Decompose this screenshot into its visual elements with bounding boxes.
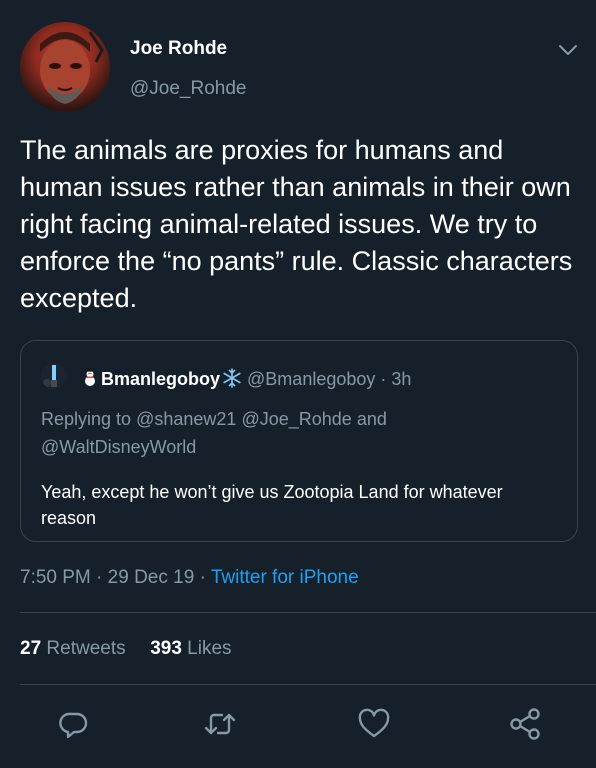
quoted-tweet-header: Bmanlegoboy @Bmanlegoboy · 3h — [79, 367, 411, 390]
avatar[interactable] — [20, 22, 110, 112]
tweet-source-link[interactable]: Twitter for iPhone — [211, 567, 359, 588]
divider — [20, 612, 596, 613]
retweets-stat[interactable]: 27 Retweets — [20, 638, 131, 659]
reply-mention-shanew21[interactable]: @shanew21 — [136, 409, 236, 429]
divider — [20, 684, 596, 685]
likes-label: Likes — [187, 638, 232, 659]
quoted-avatar[interactable] — [41, 363, 67, 389]
quoted-tweet-text: Yeah, except he won’t give us Zootopia L… — [41, 482, 503, 528]
tweet-time[interactable]: 7:50 PM — [20, 567, 91, 588]
separator-dot: · — [380, 369, 387, 389]
quoted-handle[interactable]: @Bmanlegoboy — [247, 369, 375, 389]
share-icon — [510, 708, 540, 740]
reply-and: and — [356, 409, 387, 429]
snowflake-icon — [222, 368, 242, 388]
retweets-count: 27 — [20, 638, 42, 659]
retweet-icon — [204, 713, 236, 735]
like-button[interactable] — [356, 706, 392, 742]
reply-mention-joe-rohde[interactable]: @Joe_Rohde — [241, 409, 351, 429]
likes-stat[interactable]: 393 Likes — [150, 638, 231, 659]
reply-icon — [59, 712, 88, 739]
tweet-text: The animals are proxies for humans and h… — [20, 135, 573, 313]
meta-separator: · — [199, 567, 206, 588]
retweets-label: Retweets — [46, 638, 126, 659]
likes-count: 393 — [150, 638, 182, 659]
author-handle[interactable]: @Joe_Rohde — [130, 78, 246, 100]
meta-separator: · — [96, 567, 103, 588]
replying-to: Replying to @shanew21 @Joe_Rohde and @Wa… — [41, 405, 561, 461]
tweet-header: Joe Rohde @Joe_Rohde — [20, 22, 580, 112]
heart-icon — [358, 708, 390, 738]
retweet-button[interactable] — [202, 706, 238, 742]
share-button[interactable] — [508, 706, 544, 742]
tweet-stats: 27 Retweets 393 Likes — [20, 638, 232, 660]
quoted-display-name[interactable]: Bmanlegoboy — [101, 369, 220, 389]
tweet-meta: 7:50 PM · 29 Dec 19 · Twitter for iPhone — [20, 567, 359, 589]
tweet-date[interactable]: 29 Dec 19 — [108, 567, 195, 588]
reply-mention-waltdisneyworld[interactable]: @WaltDisneyWorld — [41, 437, 196, 457]
replying-label: Replying to — [41, 409, 132, 429]
avatar-image — [20, 22, 110, 112]
snowman-icon — [79, 367, 101, 386]
reply-button[interactable] — [56, 706, 92, 742]
quoted-timestamp[interactable]: 3h — [391, 369, 411, 389]
quoted-tweet[interactable]: Bmanlegoboy @Bmanlegoboy · 3h Replying t… — [20, 340, 578, 542]
author-display-name[interactable]: Joe Rohde — [130, 38, 227, 60]
chevron-down-icon[interactable] — [556, 38, 580, 62]
